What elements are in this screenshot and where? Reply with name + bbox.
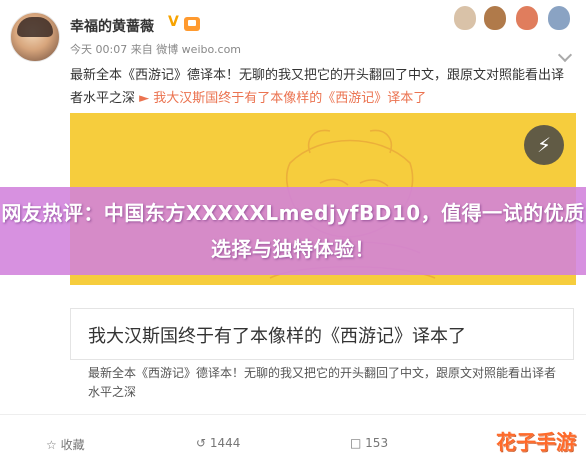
card-author: 幸福的黄蔷薇 — [86, 289, 159, 303]
mascot-bear-icon — [454, 6, 476, 30]
comment-icon: □ — [350, 436, 362, 450]
chevron-down-icon[interactable] — [557, 47, 573, 63]
avatar[interactable] — [10, 12, 60, 62]
post-link[interactable]: 我大汉斯国终于有了本像样的《西游记》译本了 — [153, 91, 426, 106]
repost-count: 1444 — [209, 436, 241, 450]
repost-button[interactable]: ↺ 1444 — [196, 436, 240, 450]
decoration-mascots — [454, 4, 574, 32]
post-link-icon[interactable]: ► — [139, 91, 149, 106]
member-crown-icon — [184, 17, 200, 31]
banner-text: 网友热评：中国东方XXXXXLmedjyfBD10，值得一试的优质选择与独特体验… — [1, 201, 585, 261]
watermark-logo: 花子手游 — [496, 430, 576, 454]
play-icon[interactable]: ⚡ — [524, 125, 564, 165]
collect-label: 收藏 — [60, 438, 85, 452]
card-body: 最新全本《西游记》德译本！无聊的我又把它的开头翻回了中文，跟原文对照能看出译者水… — [88, 366, 557, 399]
post-meta: 今天 00:07 来自 微博 weibo.com — [70, 43, 242, 56]
divider — [0, 414, 586, 415]
comment-button[interactable]: □ 153 — [350, 436, 388, 450]
post-text: 最新全本《西游记》德译本！无聊的我又把它的开头翻回了中文，跟原文对照能看出译者水… — [70, 64, 570, 110]
repost-icon: ↺ — [196, 436, 207, 450]
mascot-owl-icon — [484, 6, 506, 30]
comment-count: 153 — [365, 436, 389, 450]
collect-button[interactable]: ☆ 收藏 — [46, 436, 85, 453]
mascot-panda-icon — [548, 6, 570, 30]
verified-badge: V — [168, 14, 179, 30]
username[interactable]: 幸福的黄蔷薇 — [70, 16, 154, 36]
card-title[interactable]: 我大汉斯国终于有了本像样的《西游记》译本了 — [88, 322, 466, 348]
mascot-cat-icon — [516, 6, 538, 30]
star-icon: ☆ — [46, 438, 57, 452]
